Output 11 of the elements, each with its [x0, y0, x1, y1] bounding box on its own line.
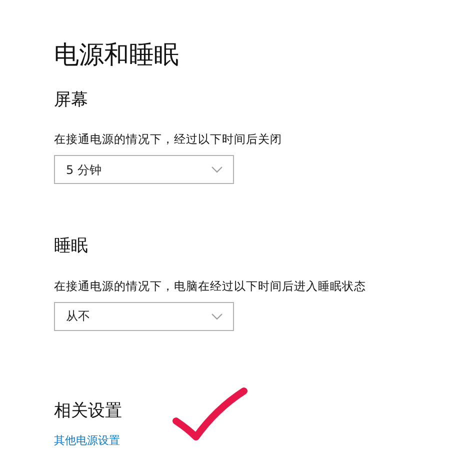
section-heading: 相关设置 [54, 400, 122, 422]
setting-description: 在接通电源的情况下，电脑在经过以下时间后进入睡眠状态 [54, 278, 366, 294]
section-heading: 屏幕 [54, 90, 88, 110]
page-title: 电源和睡眠 [54, 40, 179, 70]
chevron-down-icon [211, 166, 223, 174]
dropdown[interactable]: 5 分钟 [54, 155, 234, 184]
section-heading: 睡眠 [54, 236, 88, 257]
chevron-down-icon [211, 312, 223, 320]
dropdown[interactable]: 从不 [54, 302, 234, 331]
settings-link[interactable]: 其他电源设置 [54, 432, 120, 450]
setting-description: 在接通电源的情况下，经过以下时间后关闭 [54, 132, 282, 148]
